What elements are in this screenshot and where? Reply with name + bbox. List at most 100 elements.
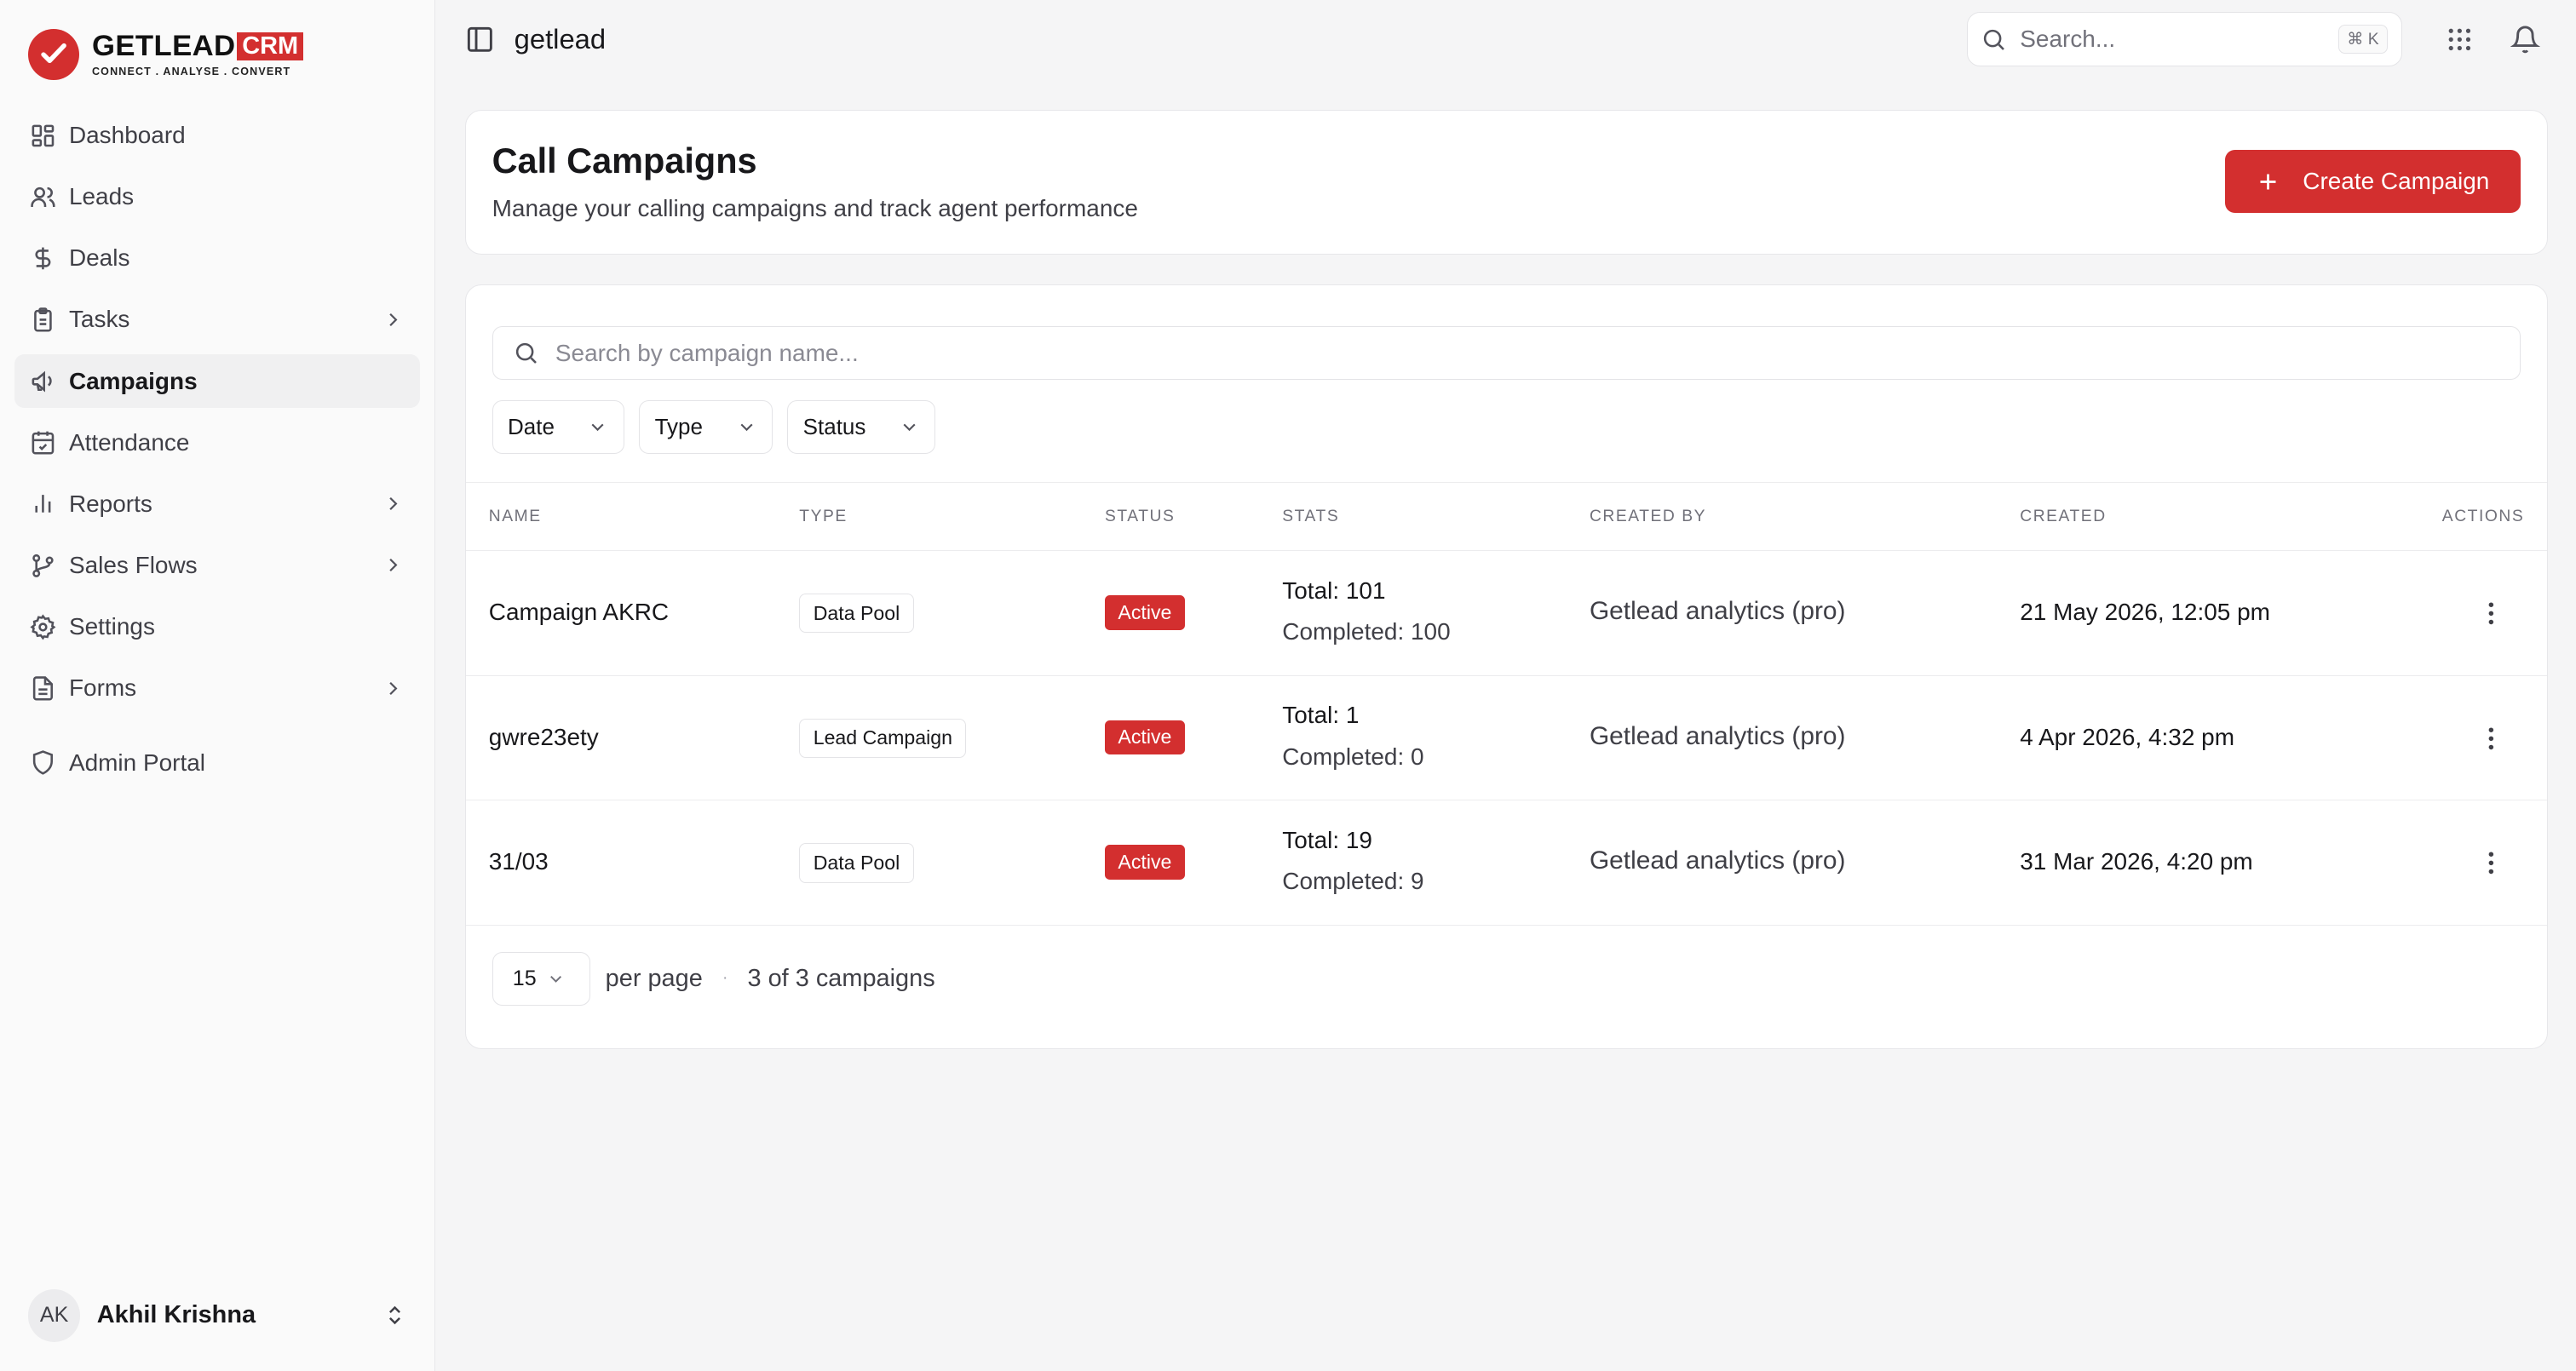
per-page-label: per page — [605, 964, 703, 992]
sidebar-item-label: Attendance — [68, 428, 190, 456]
status-badge: Active — [1105, 595, 1185, 630]
sidebar-item-settings[interactable]: Settings — [14, 599, 419, 654]
brand-word: GETLEAD — [91, 30, 236, 63]
sidebar-item-label: Forms — [68, 674, 137, 702]
dashboard-icon — [30, 123, 56, 149]
global-search[interactable]: Search... ⌘ K — [1966, 12, 2402, 67]
page-subtitle: Manage your calling campaigns and track … — [492, 194, 1138, 221]
filter-status[interactable]: Status — [787, 399, 936, 455]
chevron-down-icon — [592, 423, 605, 432]
table-row[interactable]: gwre23ety Lead Campaign Active Total: 1 … — [465, 676, 2548, 801]
column-header-created[interactable]: CREATED — [2020, 508, 2106, 526]
sidebar-item-label: Reports — [68, 490, 152, 517]
sidebar: GETLEAD CRM CONNECT . ANALYSE . CONVERT … — [0, 0, 436, 1371]
filter-label: Date — [507, 413, 555, 439]
campaign-name[interactable]: 31/03 — [489, 848, 549, 875]
filter-type[interactable]: Type — [639, 399, 773, 455]
filter-date[interactable]: Date — [492, 399, 624, 455]
git-branch-icon — [30, 553, 56, 579]
result-count: 3 of 3 campaigns — [747, 964, 935, 992]
sidebar-item-admin-portal[interactable]: Admin Portal — [14, 736, 419, 790]
user-menu[interactable]: AK Akhil Krishna — [14, 1286, 419, 1345]
chevron-down-icon — [903, 423, 916, 432]
sidebar-item-attendance[interactable]: Attendance — [14, 416, 419, 470]
keyboard-shortcut: ⌘ K — [2337, 25, 2389, 54]
gear-icon — [30, 614, 56, 640]
status-badge: Active — [1105, 720, 1185, 755]
sidebar-item-campaigns[interactable]: Campaigns — [14, 353, 420, 409]
sidebar-item-label: Admin Portal — [68, 749, 205, 776]
sidebar-item-label: Deals — [68, 244, 130, 272]
calendar-check-icon — [30, 429, 56, 456]
campaign-type-badge: Data Pool — [799, 594, 914, 634]
more-vertical-icon[interactable] — [2476, 848, 2506, 878]
page-header-card: Call Campaigns Manage your calling campa… — [464, 110, 2549, 255]
create-campaign-button[interactable]: Create Campaign — [2225, 150, 2521, 213]
brand-crm: CRM — [237, 32, 303, 60]
created-by: Getlead analytics (pro) — [1589, 846, 1846, 875]
campaign-name[interactable]: gwre23ety — [489, 724, 599, 751]
apps-grid-icon[interactable] — [2445, 25, 2475, 54]
column-header-type[interactable]: TYPE — [799, 508, 848, 526]
sidebar-item-label: Tasks — [68, 306, 130, 333]
column-header-created-by[interactable]: CREATED BY — [1590, 508, 1706, 526]
more-vertical-icon[interactable] — [2476, 724, 2506, 754]
campaign-type-badge: Data Pool — [799, 843, 914, 883]
campaign-list-card: Date Type Status NAME TYPE STATUS STATS … — [464, 284, 2549, 1050]
avatar: AK — [27, 1288, 81, 1342]
chevron-right-icon — [389, 681, 398, 695]
users-icon — [30, 184, 56, 210]
table-header: NAME TYPE STATUS STATS CREATED BY CREATE… — [465, 482, 2548, 552]
shield-icon — [30, 749, 56, 776]
stats-total: Total: 101 — [1282, 577, 1386, 604]
filter-label: Status — [802, 413, 866, 439]
stats-completed: Completed: 9 — [1282, 868, 1424, 895]
chevron-right-icon — [389, 559, 398, 572]
column-header-name[interactable]: NAME — [489, 508, 542, 526]
sidebar-item-tasks[interactable]: Tasks — [14, 293, 419, 347]
search-icon — [515, 343, 537, 364]
sidebar-item-label: Dashboard — [68, 122, 186, 149]
sidebar-nav: Dashboard Leads Deals Tasks Campaigns At… — [0, 108, 434, 789]
chevron-right-icon — [389, 497, 398, 511]
column-header-actions: ACTIONS — [2441, 507, 2525, 525]
topbar: getlead Search... ⌘ K — [435, 0, 2576, 79]
sidebar-item-leads[interactable]: Leads — [14, 169, 419, 224]
sidebar-item-reports[interactable]: Reports — [14, 477, 419, 531]
created-date: 31 Mar 2026, 4:20 pm — [2020, 848, 2253, 875]
sidebar-toggle-icon[interactable] — [465, 25, 495, 54]
app: GETLEAD CRM CONNECT . ANALYSE . CONVERT … — [0, 0, 2576, 1371]
campaign-search[interactable] — [492, 325, 2521, 381]
campaign-name[interactable]: Campaign AKRC — [489, 599, 669, 626]
file-icon — [30, 675, 56, 702]
bar-chart-icon — [30, 490, 56, 517]
table-row[interactable]: Campaign AKRC Data Pool Active Total: 10… — [465, 551, 2548, 676]
bell-icon[interactable] — [2510, 25, 2540, 54]
sidebar-item-label: Campaigns — [68, 367, 198, 394]
per-page-select[interactable]: 15 — [492, 951, 591, 1007]
org-name: getlead — [514, 23, 607, 55]
per-page-value: 15 — [512, 966, 537, 990]
sidebar-item-label: Sales Flows — [68, 551, 198, 578]
column-header-stats[interactable]: STATS — [1282, 508, 1339, 526]
filter-label: Type — [654, 413, 703, 439]
create-campaign-label: Create Campaign — [2303, 168, 2490, 195]
global-search-placeholder: Search... — [2020, 26, 2116, 53]
stats-completed: Completed: 100 — [1282, 618, 1451, 645]
chevron-right-icon — [389, 313, 398, 327]
table-row[interactable]: 31/03 Data Pool Active Total: 19 Complet… — [465, 800, 2548, 926]
stats-total: Total: 1 — [1282, 702, 1360, 729]
brand-logo[interactable]: GETLEAD CRM CONNECT . ANALYSE . CONVERT — [0, 0, 434, 108]
brand-tagline: CONNECT . ANALYSE . CONVERT — [91, 65, 291, 77]
chevron-down-icon — [740, 423, 753, 432]
column-header-status[interactable]: STATUS — [1105, 508, 1175, 526]
sidebar-item-sales-flows[interactable]: Sales Flows — [14, 538, 419, 593]
sidebar-item-deals[interactable]: Deals — [14, 232, 419, 286]
campaign-search-input[interactable] — [555, 339, 2501, 367]
more-vertical-icon[interactable] — [2476, 599, 2506, 628]
megaphone-icon — [30, 368, 56, 394]
stats-total: Total: 19 — [1282, 827, 1372, 854]
search-icon — [1983, 29, 2004, 50]
sidebar-item-dashboard[interactable]: Dashboard — [14, 108, 419, 163]
sidebar-item-forms[interactable]: Forms — [14, 661, 419, 715]
